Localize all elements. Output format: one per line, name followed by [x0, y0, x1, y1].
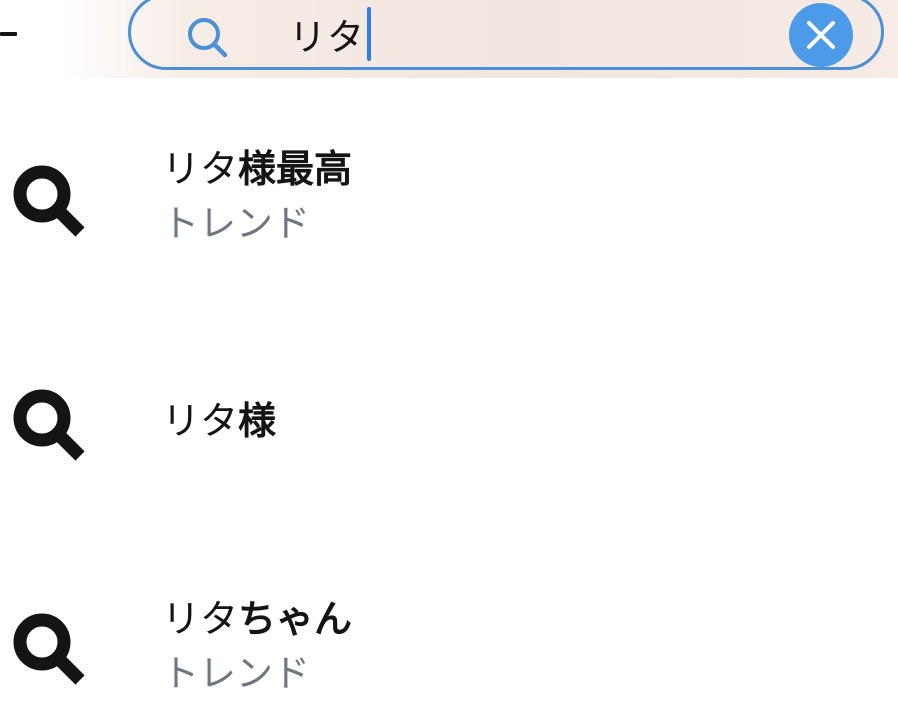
suggestion-title: リタ様 [162, 398, 276, 444]
search-icon [13, 389, 85, 461]
close-icon [807, 21, 835, 49]
suggestion-title: リタ様最高 [162, 146, 352, 192]
search-header: リタ [0, 0, 898, 78]
suggestion-title-completion: ちゃん [238, 597, 353, 641]
suggestion-title-prefix: リタ [162, 147, 239, 191]
search-input[interactable]: リタ [289, 7, 371, 61]
suggestion-item[interactable]: リタ様最高 トレンド [0, 140, 898, 260]
suggestion-title-prefix: リタ [162, 597, 239, 641]
search-icon [188, 18, 228, 58]
clear-search-button[interactable] [789, 3, 853, 67]
suggestion-item[interactable]: リタ様 [0, 370, 898, 470]
suggestion-subtitle: トレンド [162, 202, 310, 245]
back-button[interactable] [0, 32, 17, 36]
suggestion-item[interactable]: リタちゃん トレンド [0, 590, 898, 710]
search-bar[interactable]: リタ [128, 0, 884, 70]
search-icon [13, 165, 85, 237]
search-icon [13, 613, 85, 685]
search-query-text: リタ [289, 16, 365, 59]
suggestion-title: リタちゃん [162, 596, 352, 642]
suggestion-title-completion: 様 [238, 399, 277, 443]
suggestion-title-prefix: リタ [162, 399, 239, 443]
suggestion-subtitle: トレンド [162, 652, 310, 695]
text-caret [367, 7, 371, 61]
suggestion-title-completion: 様最高 [238, 147, 353, 191]
search-suggestions-screen: リタ リタ様最高 トレンド リタ様 リタちゃん トレンド [0, 0, 898, 712]
